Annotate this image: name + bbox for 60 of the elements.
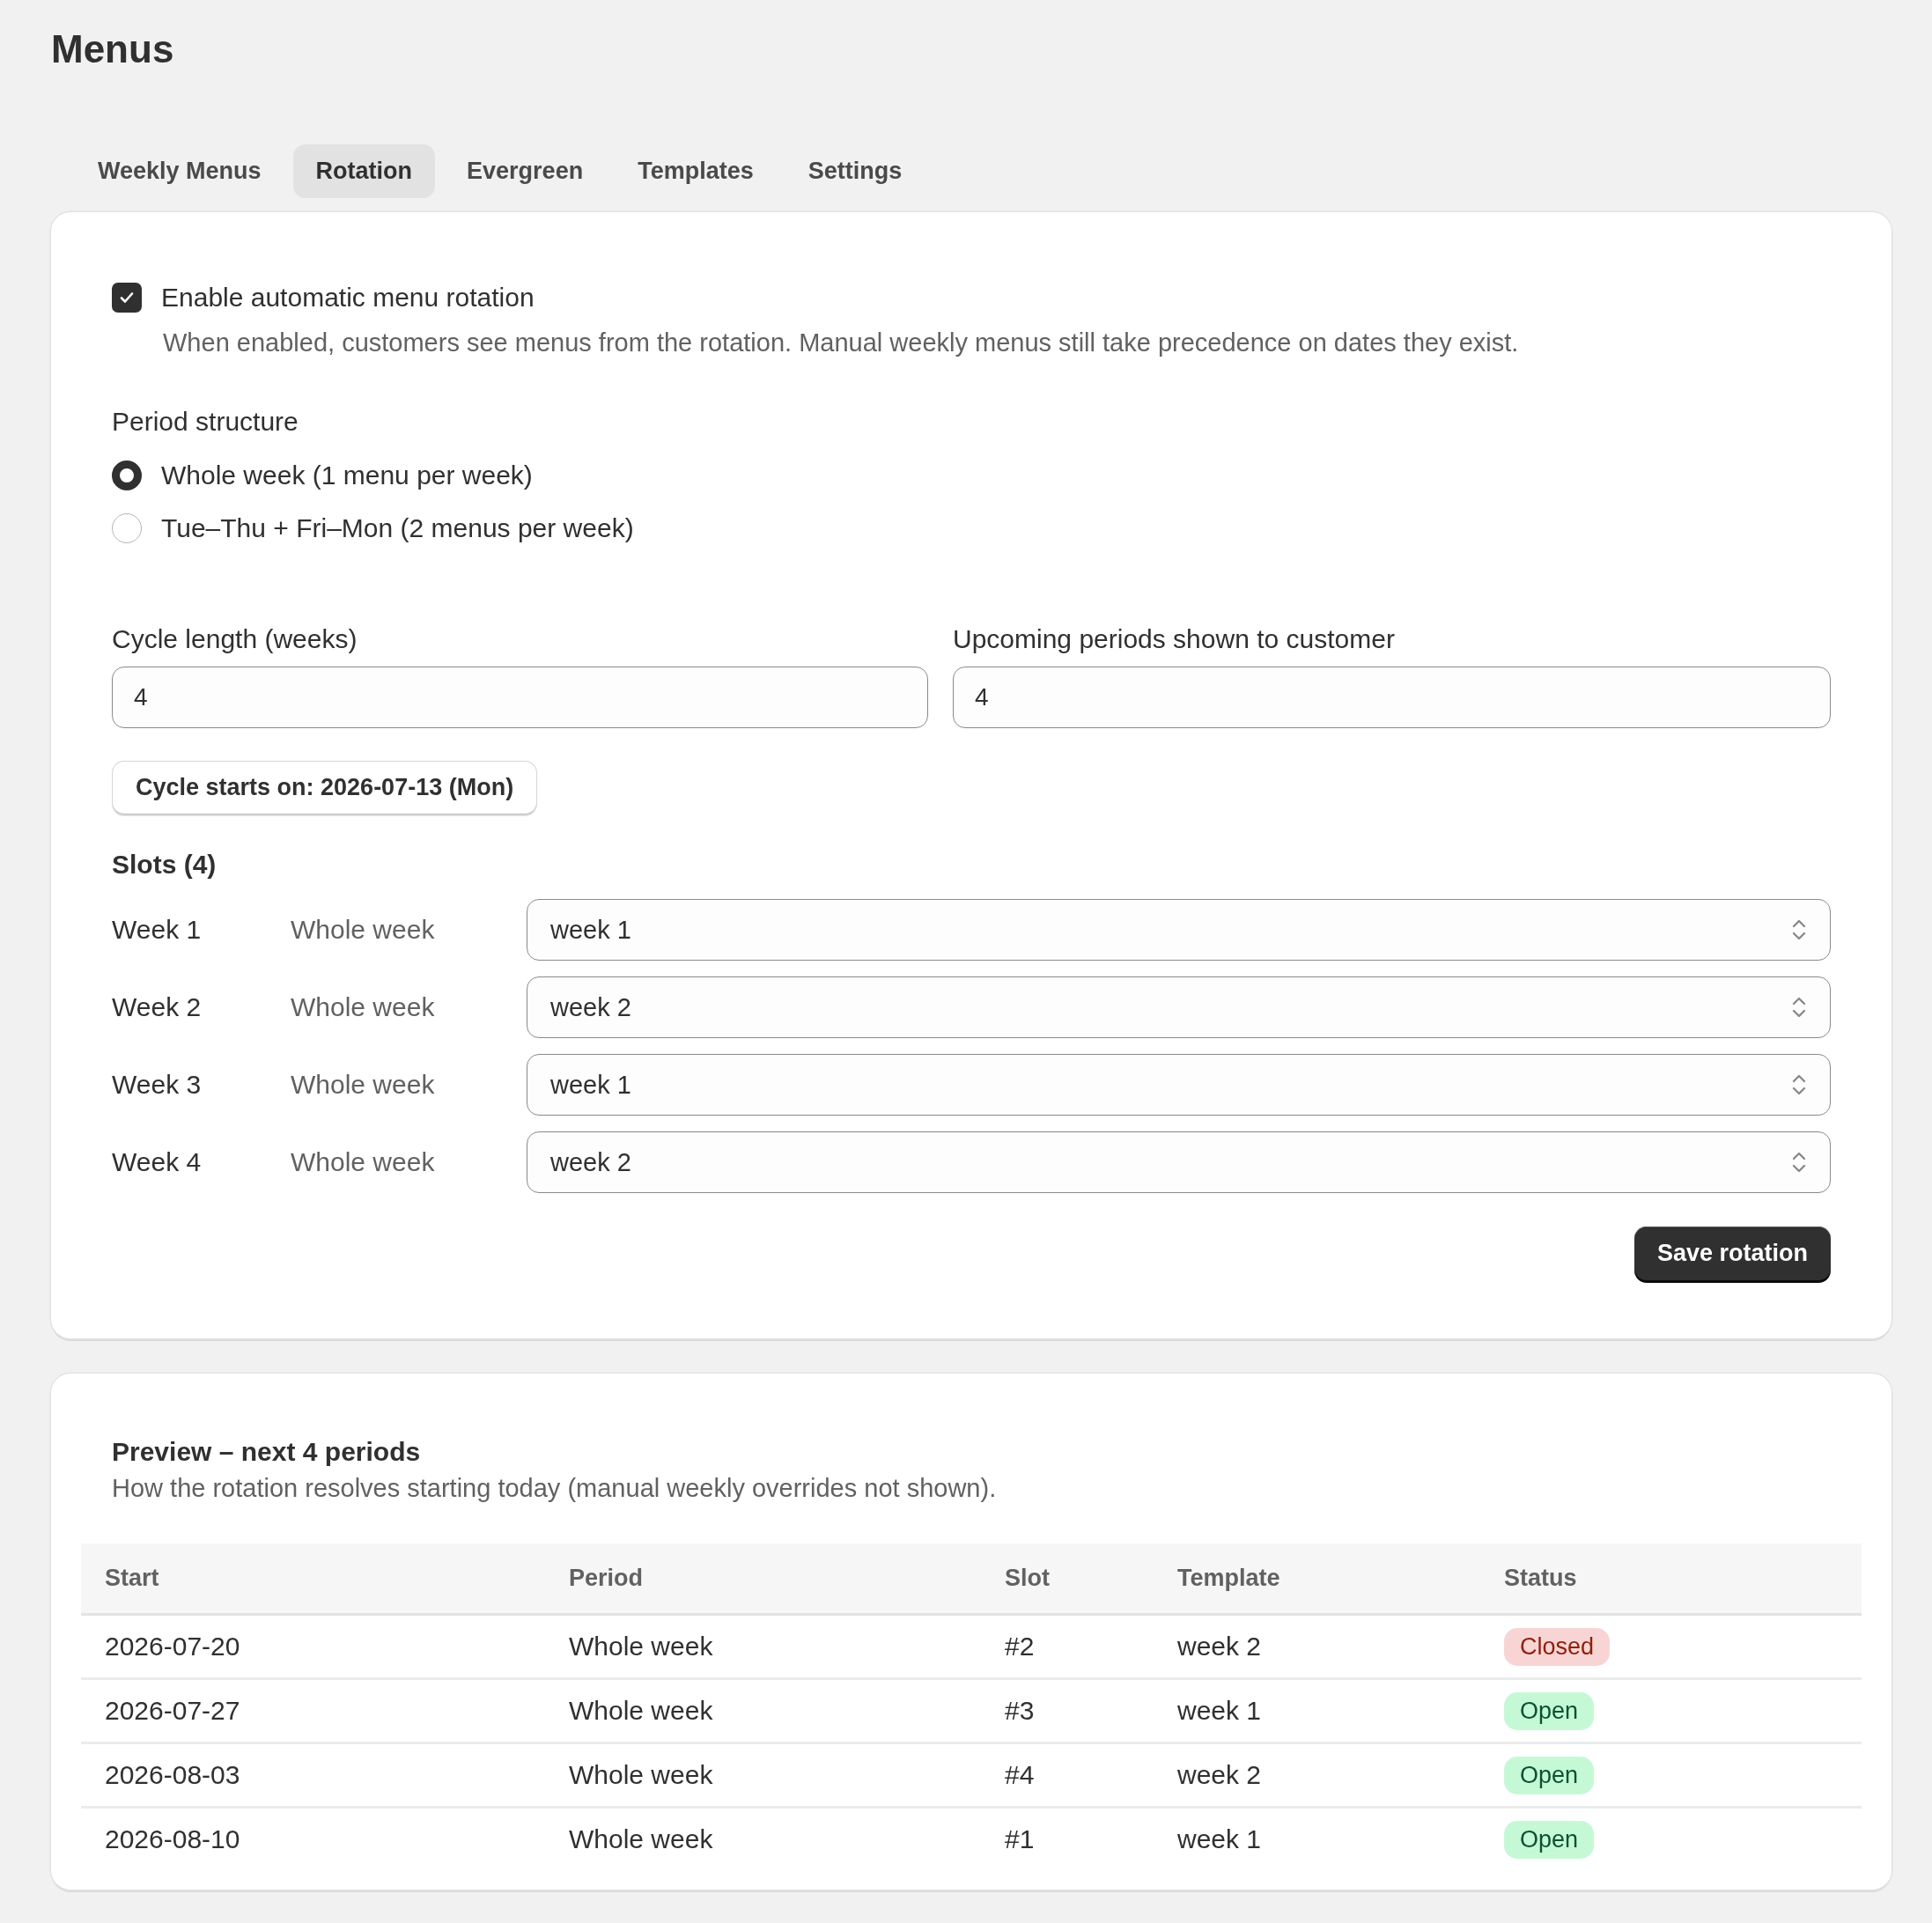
column-header: Template <box>1154 1544 1480 1615</box>
column-header: Slot <box>981 1544 1154 1615</box>
column-header: Start <box>81 1544 545 1615</box>
tab[interactable]: Rotation <box>292 144 436 198</box>
radio-label: Whole week (1 menu per week) <box>161 460 533 490</box>
status-badge: Open <box>1504 1820 1595 1859</box>
radio-button[interactable] <box>112 513 142 543</box>
table-cell: Whole week <box>545 1742 981 1808</box>
period-label: Whole week <box>291 1147 436 1177</box>
table-cell: Whole week <box>545 1807 981 1870</box>
checkbox-description: When enabled, customers see menus from the rotation. Manual weekly menus still take precedence on dates they exist. <box>163 328 1520 357</box>
table-cell: Whole week <box>545 1614 981 1679</box>
period-label: Whole week <box>291 992 436 1022</box>
week-label: Week 1 <box>112 915 203 945</box>
radio-label: Tue–Thu + Fri–Mon (2 menus per week) <box>161 513 634 543</box>
table-cell: #1 <box>981 1807 1154 1870</box>
save-button[interactable]: Save rotation <box>1633 1227 1831 1280</box>
input-field[interactable]: 4 <box>953 667 1831 728</box>
table-cell: week 2 <box>1154 1614 1480 1679</box>
radio-button[interactable] <box>112 460 142 490</box>
select-field[interactable]: week 1 <box>527 1054 1831 1116</box>
table-cell: 2026-07-27 <box>81 1678 545 1743</box>
select-field[interactable]: week 2 <box>527 976 1831 1038</box>
column-header: Period <box>545 1544 981 1615</box>
checkbox-label: Enable automatic menu rotation <box>161 283 535 313</box>
tab[interactable]: Weekly Menus <box>75 144 284 198</box>
week-label: Week 2 <box>112 992 203 1022</box>
period-label: Whole week <box>291 1070 436 1100</box>
table-cell: week 1 <box>1154 1678 1480 1743</box>
table-cell: Whole week <box>545 1678 981 1743</box>
table-cell: 2026-08-03 <box>81 1742 545 1808</box>
input-field[interactable]: 4 <box>112 667 928 728</box>
table-cell: week 2 <box>1154 1742 1480 1808</box>
field-label: Cycle length (weeks) <box>112 624 358 654</box>
tab[interactable]: Settings <box>785 144 925 198</box>
table-cell: 2026-08-10 <box>81 1807 545 1870</box>
table-cell: 2026-07-20 <box>81 1614 545 1679</box>
week-label: Week 4 <box>112 1147 203 1177</box>
select-field[interactable]: week 1 <box>527 899 1831 961</box>
table-cell: #2 <box>981 1614 1154 1679</box>
section-title: Slots (4) <box>112 850 218 880</box>
field-label: Upcoming periods shown to customer <box>953 624 1396 654</box>
page-title: Menus <box>51 26 175 72</box>
week-label: Week 3 <box>112 1070 203 1100</box>
section-description: How the rotation resolves starting today (manual weekly overrides not shown). <box>112 1474 998 1503</box>
tab[interactable]: Evergreen <box>444 144 607 198</box>
table-cell: #3 <box>981 1678 1154 1743</box>
status-badge: Open <box>1504 1691 1595 1730</box>
status-badge: Closed <box>1504 1627 1611 1666</box>
section-title: Preview – next 4 periods <box>112 1437 422 1467</box>
cycle-start-button[interactable]: Cycle starts on: 2026-07-13 (Mon) <box>112 761 538 814</box>
tab[interactable]: Templates <box>615 144 777 198</box>
period-label: Whole week <box>291 915 436 945</box>
status-badge: Open <box>1504 1756 1595 1794</box>
checkbox[interactable] <box>112 283 142 313</box>
column-header: Status <box>1480 1544 1862 1615</box>
table-cell: #4 <box>981 1742 1154 1808</box>
select-field[interactable]: week 2 <box>527 1131 1831 1193</box>
section-label: Period structure <box>112 407 299 437</box>
table-cell: week 1 <box>1154 1807 1480 1870</box>
